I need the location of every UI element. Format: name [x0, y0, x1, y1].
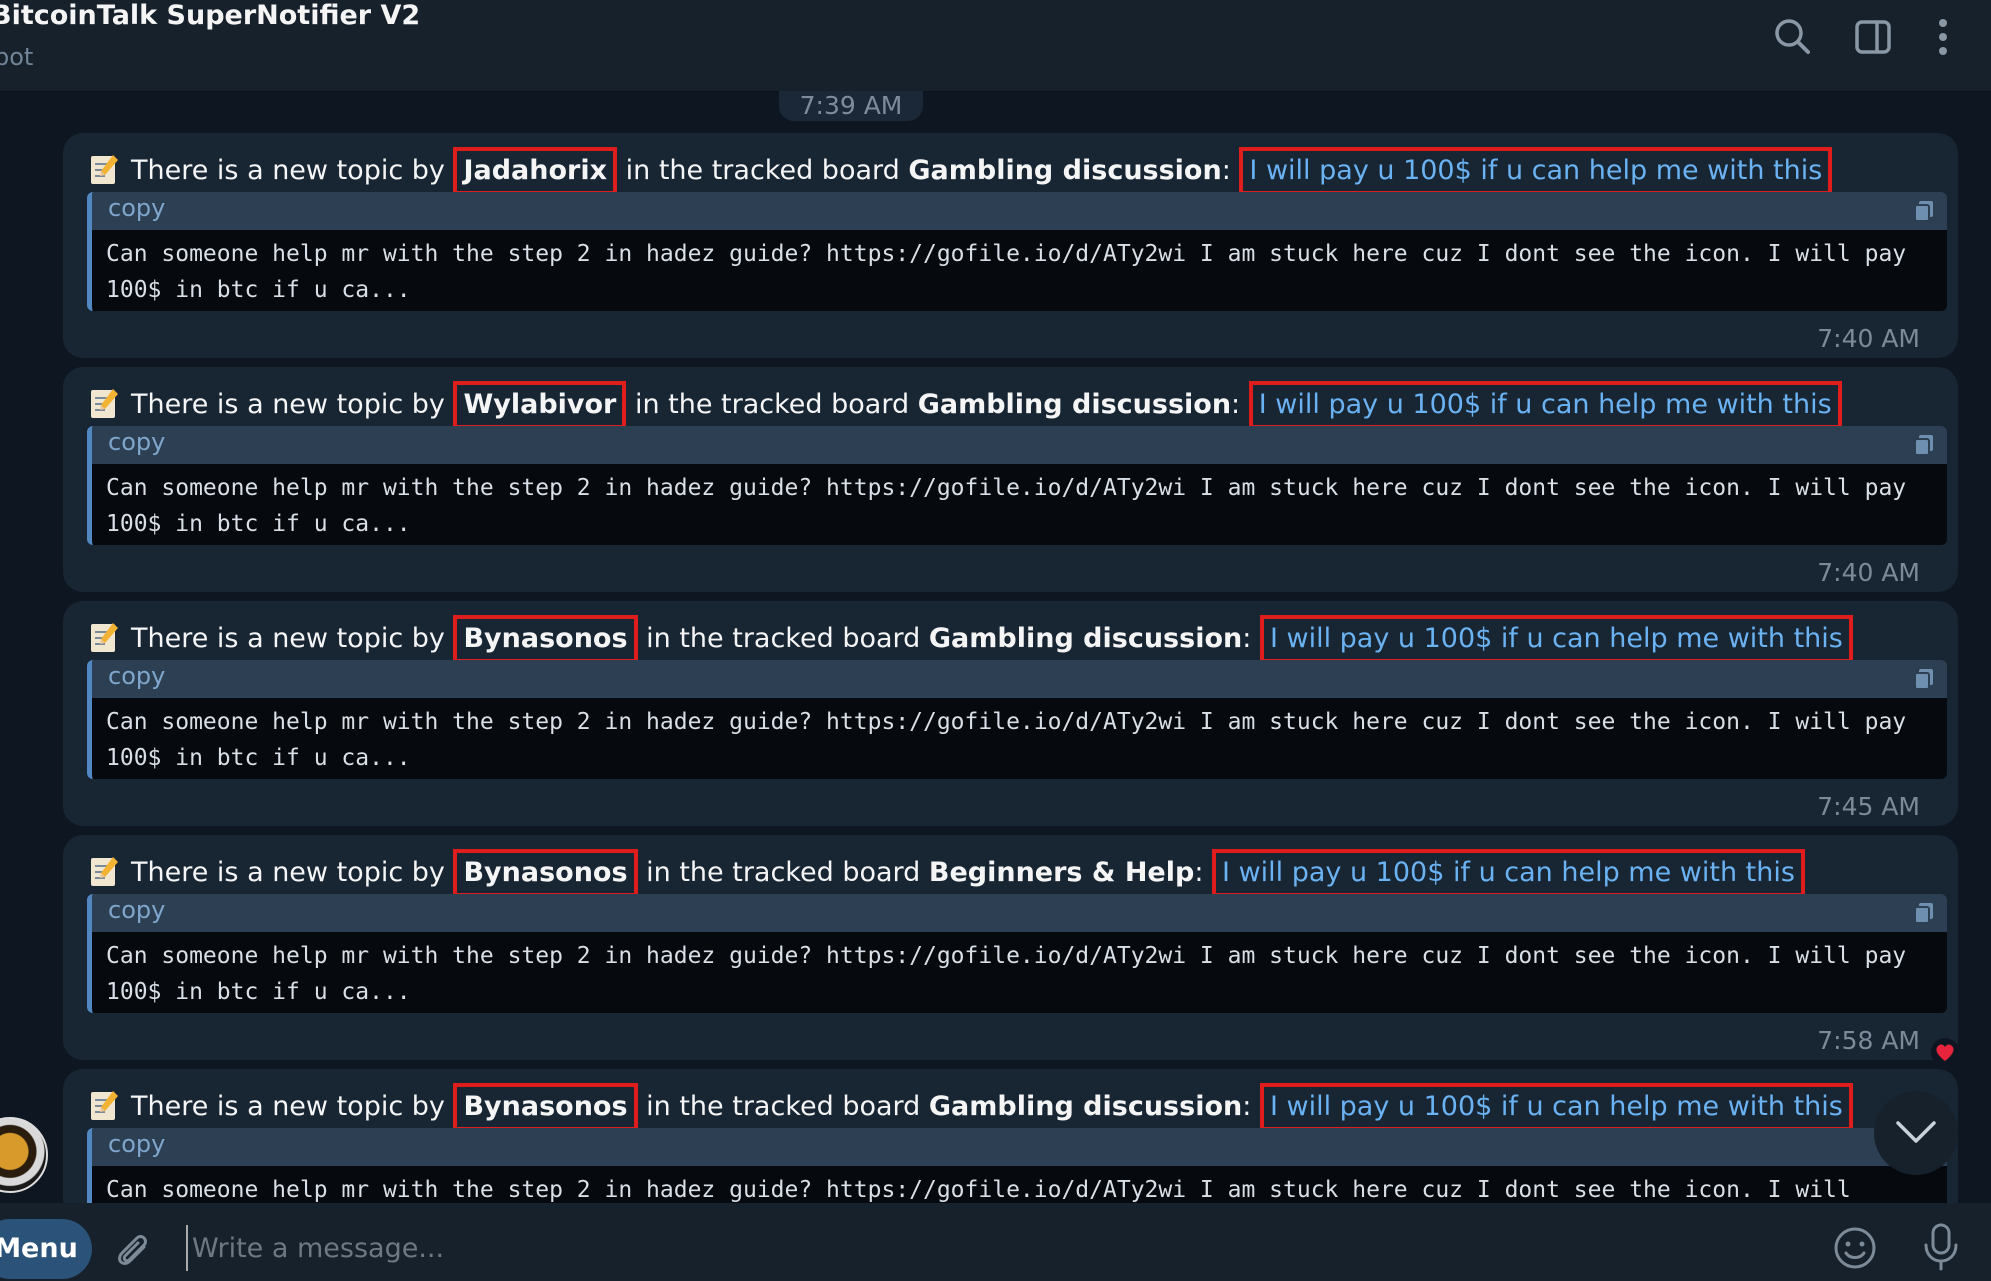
scroll-down-button[interactable]: [1874, 1091, 1958, 1175]
code-block[interactable]: copy Can someone help mr with the step 2…: [87, 192, 1947, 311]
chat-title[interactable]: BitcoinTalk SuperNotifier V2: [0, 0, 420, 31]
memo-icon: [91, 155, 118, 184]
menu-button[interactable]: Menu: [0, 1219, 92, 1279]
memo-icon: [91, 623, 118, 652]
code-block[interactable]: copy Can someone help mr with the step 2…: [87, 660, 1947, 779]
board-name: Gambling discussion: [917, 389, 1232, 420]
message-time: 7:40 AM: [1817, 558, 1920, 587]
message-time: 7:58 AM: [1817, 1026, 1920, 1055]
topic-link[interactable]: I will pay u 100$ if u can help me with …: [1239, 147, 1833, 195]
separator: :: [1194, 857, 1204, 888]
code-content: Can someone help mr with the step 2 in h…: [106, 1177, 1851, 1203]
heart-reaction-icon[interactable]: [1930, 1037, 1960, 1067]
board-name: Gambling discussion: [928, 623, 1243, 654]
search-icon[interactable]: [1770, 14, 1816, 60]
message-prefix: There is a new topic by: [131, 1091, 454, 1122]
message-bubble[interactable]: There is a new topic by Jadahorix in the…: [63, 133, 1958, 358]
board-name: Gambling discussion: [928, 1091, 1243, 1122]
memo-icon: [91, 857, 118, 886]
separator: :: [1231, 389, 1241, 420]
code-header: copy: [92, 192, 1947, 230]
copy-button[interactable]: copy: [108, 896, 165, 924]
message-feed[interactable]: 7:39 AM There is a new topic by Jadahori…: [0, 91, 1991, 1203]
message-middle: in the tracked board: [626, 389, 918, 420]
author-highlight: Jadahorix: [453, 147, 618, 195]
message-bubble[interactable]: There is a new topic by Bynasonos in the…: [63, 601, 1958, 826]
message-bubble[interactable]: There is a new topic by Bynasonos in the…: [63, 1069, 1958, 1203]
more-vertical-icon[interactable]: [1920, 14, 1966, 60]
copy-button[interactable]: copy: [108, 1130, 165, 1158]
separator: :: [1242, 623, 1252, 654]
message-text: There is a new topic by Wylabivor in the…: [89, 381, 1842, 429]
copy-button[interactable]: copy: [108, 194, 165, 222]
copy-button[interactable]: copy: [108, 662, 165, 690]
code-block[interactable]: copy Can someone help mr with the step 2…: [87, 894, 1947, 1013]
message-prefix: There is a new topic by: [131, 389, 454, 420]
separator: :: [1242, 1091, 1252, 1122]
copy-icon[interactable]: [1913, 901, 1935, 925]
author-highlight: Bynasonos: [453, 849, 638, 897]
chevron-down-icon: [1896, 1121, 1936, 1143]
board-name: Gambling discussion: [908, 155, 1222, 186]
chat-header: BitcoinTalk SuperNotifier V2 bot: [0, 0, 1991, 92]
code-header: copy: [92, 660, 1947, 698]
board-name: Beginners & Help: [928, 857, 1195, 888]
message-text: There is a new topic by Bynasonos in the…: [89, 615, 1853, 663]
sidebar-toggle-icon[interactable]: [1850, 14, 1896, 60]
message-time: 7:45 AM: [1817, 792, 1920, 821]
message-input[interactable]: [186, 1225, 1794, 1271]
code-header: copy: [92, 426, 1947, 464]
chat-subtitle: bot: [0, 43, 34, 71]
memo-icon: [91, 389, 118, 418]
message-prefix: There is a new topic by: [131, 155, 454, 186]
message-middle: in the tracked board: [617, 155, 909, 186]
topic-link[interactable]: I will pay u 100$ if u can help me with …: [1212, 849, 1805, 897]
copy-icon[interactable]: [1913, 667, 1935, 691]
message-middle: in the tracked board: [637, 623, 929, 654]
message-prefix: There is a new topic by: [131, 623, 454, 654]
message-bubble[interactable]: There is a new topic by Wylabivor in the…: [63, 367, 1958, 592]
author-highlight: Bynasonos: [453, 1083, 638, 1131]
copy-icon[interactable]: [1913, 199, 1935, 223]
code-block[interactable]: copy Can someone help mr with the step 2…: [87, 426, 1947, 545]
microphone-icon[interactable]: [1918, 1221, 1964, 1273]
paperclip-icon[interactable]: [114, 1233, 156, 1275]
code-content: Can someone help mr with the step 2 in h…: [106, 475, 1920, 537]
message-bubble[interactable]: There is a new topic by Bynasonos in the…: [63, 835, 1958, 1060]
message-text: There is a new topic by Jadahorix in the…: [89, 147, 1833, 195]
code-block[interactable]: copy Can someone help mr with the step 2…: [87, 1128, 1947, 1203]
copy-button[interactable]: copy: [108, 428, 165, 456]
author-highlight: Wylabivor: [453, 381, 627, 429]
date-pill: 7:39 AM: [779, 91, 923, 121]
emoji-icon[interactable]: [1832, 1225, 1878, 1271]
message-prefix: There is a new topic by: [131, 857, 454, 888]
copy-icon[interactable]: [1913, 433, 1935, 457]
memo-icon: [91, 1091, 118, 1120]
code-content: Can someone help mr with the step 2 in h…: [106, 709, 1920, 771]
code-header: copy: [92, 894, 1947, 932]
code-content: Can someone help mr with the step 2 in h…: [106, 241, 1920, 303]
message-text: There is a new topic by Bynasonos in the…: [89, 1083, 1853, 1131]
topic-link[interactable]: I will pay u 100$ if u can help me with …: [1248, 381, 1842, 429]
code-content: Can someone help mr with the step 2 in h…: [106, 943, 1920, 1005]
topic-link[interactable]: I will pay u 100$ if u can help me with …: [1259, 1083, 1853, 1131]
separator: :: [1221, 155, 1231, 186]
message-middle: in the tracked board: [637, 1091, 929, 1122]
message-time: 7:40 AM: [1817, 324, 1920, 353]
author-highlight: Bynasonos: [453, 615, 638, 663]
topic-link[interactable]: I will pay u 100$ if u can help me with …: [1259, 615, 1853, 663]
message-text: There is a new topic by Bynasonos in the…: [89, 849, 1805, 897]
composer-bar: Menu: [0, 1203, 1991, 1281]
message-middle: in the tracked board: [637, 857, 929, 888]
code-header: copy: [92, 1128, 1947, 1166]
